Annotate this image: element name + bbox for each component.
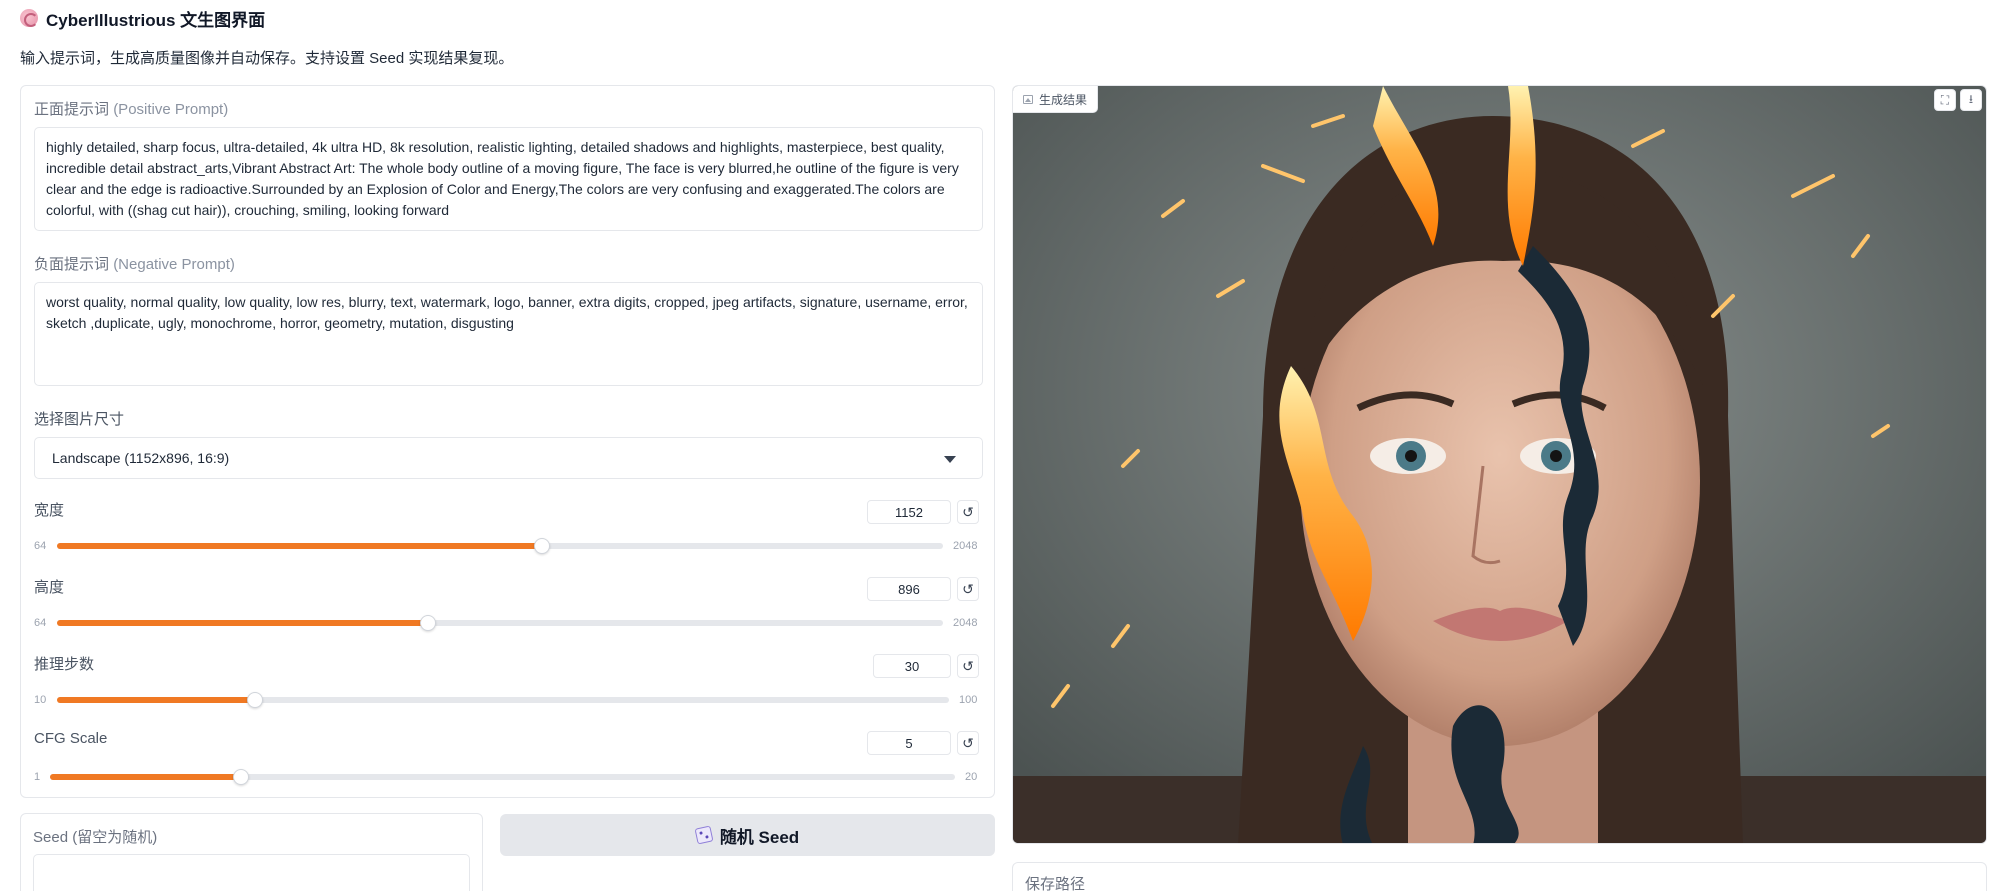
cfg-number-input[interactable]: 5 bbox=[867, 731, 951, 755]
brain-icon bbox=[20, 9, 38, 27]
negative-prompt-label-zh: 负面提示词 bbox=[34, 256, 110, 273]
seed-label: Seed (留空为随机) bbox=[33, 829, 158, 846]
header: CyberIllustrious 文生图界面 bbox=[20, 6, 265, 30]
cfg-min: 1 bbox=[34, 771, 41, 783]
steps-slider-thumb[interactable] bbox=[247, 692, 264, 708]
download-icon[interactable]: ⭳ bbox=[1960, 89, 1982, 111]
chevron-down-icon bbox=[944, 456, 956, 463]
cfg-slider[interactable] bbox=[50, 769, 955, 785]
height-slider[interactable] bbox=[57, 615, 943, 631]
steps-reset-button[interactable]: ↺ bbox=[957, 654, 979, 678]
fullscreen-icon[interactable]: ⛶ bbox=[1934, 89, 1956, 111]
width-max: 2048 bbox=[953, 540, 978, 552]
positive-prompt-input[interactable]: highly detailed, sharp focus, ultra-deta… bbox=[34, 127, 983, 231]
cfg-reset-button[interactable]: ↺ bbox=[957, 731, 979, 755]
steps-slider-fill bbox=[57, 697, 256, 703]
save-path-label: 保存路径 bbox=[1025, 876, 1086, 891]
reset-icon: ↺ bbox=[962, 734, 974, 751]
height-max: 2048 bbox=[953, 617, 978, 629]
page-title: CyberIllustrious 文生图界面 bbox=[46, 10, 266, 30]
cfg-slider-thumb[interactable] bbox=[232, 769, 249, 785]
width-slider[interactable] bbox=[57, 538, 943, 554]
reset-icon: ↺ bbox=[962, 657, 974, 674]
image-icon bbox=[1023, 94, 1033, 104]
image-toolbar: ⛶ ⭳ bbox=[1934, 89, 1982, 111]
reset-icon: ↺ bbox=[962, 503, 974, 520]
cfg-max: 20 bbox=[965, 771, 978, 783]
width-number-input[interactable]: 1152 bbox=[867, 500, 951, 524]
width-slider-fill bbox=[57, 543, 542, 549]
positive-prompt-label-zh: 正面提示词 bbox=[34, 101, 110, 118]
size-select-label: 选择图片尺寸 bbox=[34, 411, 125, 428]
width-reset-button[interactable]: ↺ bbox=[957, 500, 979, 524]
result-label: 生成结果 bbox=[1039, 92, 1088, 107]
size-select[interactable]: Landscape (1152x896, 16:9) bbox=[34, 437, 983, 479]
app-root: CyberIllustrious 文生图界面 输入提示词，生成高质量图像并自动保… bbox=[0, 0, 1993, 891]
save-path-panel: 保存路径 bbox=[1012, 862, 1987, 891]
negative-prompt-label: 负面提示词 (Negative Prompt) bbox=[34, 253, 235, 274]
height-slider-fill bbox=[57, 620, 429, 626]
width-label: 宽度 bbox=[34, 502, 65, 519]
settings-panel: 正面提示词 (Positive Prompt) highly detailed,… bbox=[20, 85, 995, 798]
cfg-label: CFG Scale bbox=[34, 730, 108, 747]
steps-slider[interactable] bbox=[57, 692, 949, 708]
random-seed-button[interactable]: 随机 Seed bbox=[500, 814, 995, 856]
seed-input[interactable] bbox=[33, 854, 470, 891]
dice-icon bbox=[694, 825, 714, 845]
negative-prompt-label-en: (Negative Prompt) bbox=[113, 256, 235, 273]
height-min: 64 bbox=[34, 617, 47, 629]
steps-min: 10 bbox=[34, 694, 47, 706]
cfg-slider-fill bbox=[50, 774, 241, 780]
reset-icon: ↺ bbox=[962, 580, 974, 597]
random-seed-label: 随机 Seed bbox=[719, 827, 800, 847]
generated-image bbox=[1013, 86, 1986, 843]
result-panel: 生成结果 ⛶ ⭳ bbox=[1012, 85, 1987, 844]
result-tag: 生成结果 bbox=[1013, 86, 1099, 113]
positive-prompt-label: 正面提示词 (Positive Prompt) bbox=[34, 98, 228, 119]
steps-max: 100 bbox=[959, 694, 978, 706]
page-subtitle: 输入提示词，生成高质量图像并自动保存。支持设置 Seed 实现结果复现。 bbox=[20, 50, 514, 67]
height-slider-thumb[interactable] bbox=[420, 615, 437, 631]
size-select-value: Landscape (1152x896, 16:9) bbox=[52, 450, 230, 466]
height-reset-button[interactable]: ↺ bbox=[957, 577, 979, 601]
steps-label: 推理步数 bbox=[34, 656, 95, 673]
height-number-input[interactable]: 896 bbox=[867, 577, 951, 601]
negative-prompt-input[interactable]: worst quality, normal quality, low quali… bbox=[34, 282, 983, 386]
positive-prompt-label-en: (Positive Prompt) bbox=[113, 101, 229, 118]
seed-panel: Seed (留空为随机) bbox=[20, 813, 483, 891]
height-label: 高度 bbox=[34, 579, 65, 596]
width-min: 64 bbox=[34, 540, 47, 552]
width-slider-thumb[interactable] bbox=[533, 538, 550, 554]
steps-number-input[interactable]: 30 bbox=[873, 654, 951, 678]
